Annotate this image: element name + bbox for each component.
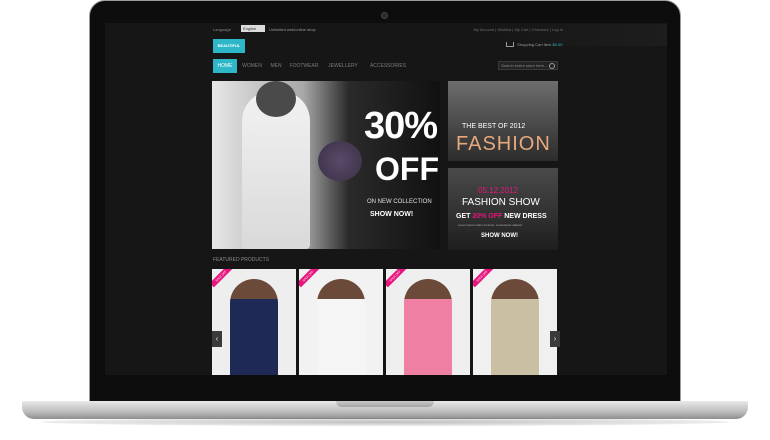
language-label: Language <box>213 27 231 32</box>
hero-flowers-image <box>318 141 362 181</box>
nav-footwear[interactable]: FOOTWEAR <box>287 59 321 73</box>
banner2-offer-pre: GET <box>456 213 473 220</box>
nav-men[interactable]: MEN <box>267 59 285 73</box>
banner2-offer-post: NEW DRESS <box>502 213 547 220</box>
product-card[interactable]: SALE OFF <box>386 269 470 375</box>
nav-home[interactable]: HOME <box>213 59 237 73</box>
fashion-show-banner[interactable]: 05.12.2012 FASHION SHOW GET 20% OFF NEW … <box>448 168 558 250</box>
product-image <box>230 279 278 375</box>
hero-banner[interactable]: 30% OFF ON NEW COLLECTION SHOW NOW! <box>212 81 440 249</box>
hero-percent: 30% <box>364 105 438 147</box>
product-card[interactable]: SALE OFF <box>212 269 296 375</box>
search-input[interactable]: Search entire store here... <box>501 63 547 68</box>
screen-glare <box>485 24 667 46</box>
laptop-screen: Language English Unlimited web/online sh… <box>105 23 667 375</box>
product-image <box>317 279 365 375</box>
hero-shop-now[interactable]: SHOW NOW! <box>370 211 413 218</box>
laptop-shadow <box>40 418 730 426</box>
banner2-title: FASHION SHOW <box>462 197 540 208</box>
banner1-main: FASHION <box>456 133 551 155</box>
banner2-offer: GET 20% OFF NEW DRESS <box>456 213 547 220</box>
banner1-top-line: THE BEST OF 2012 <box>462 123 526 130</box>
search-icon[interactable] <box>549 63 555 69</box>
nav-women[interactable]: WOMEN <box>239 59 265 73</box>
banner2-shop-now[interactable]: SHOW NOW! <box>481 233 518 239</box>
carousel-next-icon[interactable]: › <box>550 331 560 347</box>
site-logo[interactable]: BEAUTIFUL <box>213 39 245 53</box>
product-image <box>491 279 539 375</box>
search-box[interactable]: Search entire store here... <box>498 61 558 70</box>
featured-title: FEATURED PRODUCTS <box>213 257 270 263</box>
product-image <box>404 279 452 375</box>
webcam <box>381 12 388 19</box>
banner2-small-text: Lorem ipsum dolor sit amet, consectetur … <box>458 223 523 227</box>
hero-model-hair <box>256 81 296 117</box>
unlimited-text: Unlimited web/online shop <box>269 27 316 32</box>
product-card[interactable]: SALE OFF <box>299 269 383 375</box>
product-card[interactable]: SALE OFF <box>473 269 557 375</box>
hero-subtitle: ON NEW COLLECTION <box>367 199 432 205</box>
laptop-notch <box>336 401 434 407</box>
best-of-2012-banner[interactable]: THE BEST OF 2012 FASHION <box>448 81 558 161</box>
language-select[interactable]: English <box>241 25 265 32</box>
hero-off: OFF <box>375 151 439 187</box>
banner2-offer-pct: 20% OFF <box>472 213 503 220</box>
carousel-prev-icon[interactable]: ‹ <box>212 331 222 347</box>
banner2-date: 05.12.2012 <box>478 186 519 195</box>
nav-jewellery[interactable]: JEWELLERY <box>323 59 363 73</box>
nav-accessories[interactable]: ACCESSORIES <box>365 59 411 73</box>
